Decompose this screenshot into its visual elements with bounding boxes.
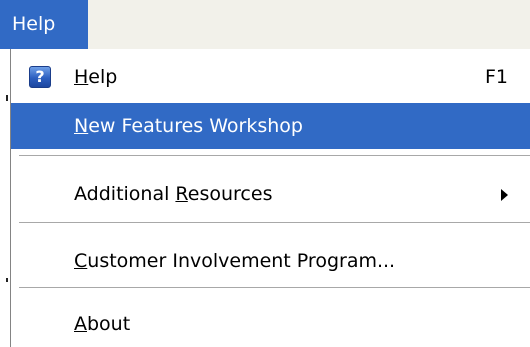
background-window-edge — [0, 49, 10, 347]
window-edge-mark — [6, 95, 8, 101]
menu-item-help[interactable]: ? Help F1 — [11, 54, 530, 100]
menu-bar-background — [88, 0, 530, 49]
menu-separator — [19, 222, 530, 223]
menu-item-label: About — [74, 313, 131, 335]
menu-item-label: New Features Workshop — [74, 115, 303, 137]
help-dropdown-menu: ? Help F1 New Features Workshop Addition… — [10, 49, 530, 347]
menu-item-about[interactable]: About — [11, 301, 530, 347]
submenu-arrow-icon — [501, 189, 508, 201]
menu-item-new-features-workshop[interactable]: New Features Workshop — [11, 103, 530, 149]
menu-item-additional-resources[interactable]: Additional Resources — [11, 171, 530, 217]
menu-separator — [19, 287, 530, 288]
menu-bar: Help — [0, 0, 530, 49]
help-question-icon: ? — [29, 66, 51, 88]
menu-item-label: Help — [74, 66, 118, 88]
window-edge-mark — [6, 278, 8, 282]
menu-item-shortcut: F1 — [485, 66, 509, 88]
help-menu[interactable]: Help — [0, 0, 88, 49]
menu-item-label: Additional Resources — [74, 183, 273, 205]
menu-item-label: Customer Involvement Program... — [74, 250, 396, 272]
menu-item-customer-involvement-program[interactable]: Customer Involvement Program... — [11, 238, 530, 284]
menu-separator — [19, 155, 530, 156]
